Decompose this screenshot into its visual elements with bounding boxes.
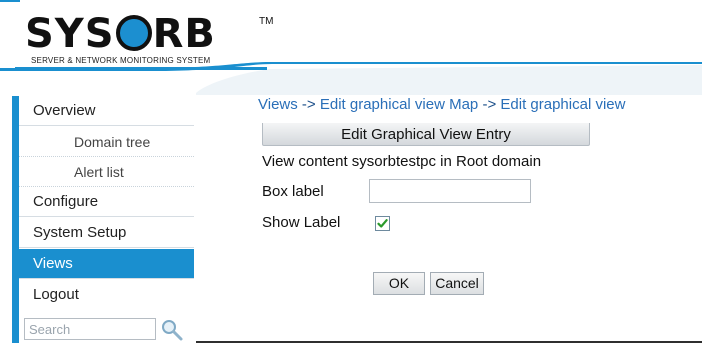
- ok-button[interactable]: OK: [373, 272, 425, 295]
- checkmark-icon: [377, 219, 388, 228]
- logo-wordmark: SYS RB: [25, 14, 216, 54]
- breadcrumb-separator: ->: [301, 96, 316, 113]
- box-label-input[interactable]: [369, 179, 531, 203]
- breadcrumb-current: Edit graphical view: [500, 96, 626, 113]
- view-content-text: View content sysorbtestpc in Root domain: [262, 153, 542, 170]
- search-icon[interactable]: [160, 318, 184, 342]
- logo-text-sys: SYS: [25, 11, 115, 57]
- nav-item-domain-tree[interactable]: Domain tree: [19, 127, 194, 157]
- header: SYS RB TM SERVER & NETWORK MONITORING SYS…: [0, 0, 702, 95]
- show-label-label: Show Label: [262, 214, 341, 231]
- sysorb-logo: SYS RB TM SERVER & NETWORK MONITORING SYS…: [15, 4, 273, 68]
- cancel-button[interactable]: Cancel: [430, 272, 484, 295]
- nav-item-overview[interactable]: Overview: [19, 96, 194, 126]
- logo-trademark: TM: [259, 16, 274, 27]
- logo-text-rb: RB: [152, 11, 216, 57]
- nav-item-system-setup[interactable]: System Setup: [19, 218, 194, 248]
- logo-o-globe: [115, 15, 152, 51]
- logo-subtitle: SERVER & NETWORK MONITORING SYSTEM: [31, 56, 211, 65]
- header-top-accent: [0, 0, 20, 2]
- nav-item-alert-list[interactable]: Alert list: [19, 157, 194, 187]
- breadcrumb-views-link[interactable]: Views: [258, 96, 298, 113]
- search-input[interactable]: Search: [24, 318, 156, 340]
- nav-item-views[interactable]: Views: [19, 249, 194, 279]
- nav-item-logout[interactable]: Logout: [19, 280, 194, 310]
- sidebar-nav: Overview Domain tree Alert list Configur…: [12, 96, 194, 343]
- logo-underline: [15, 67, 267, 70]
- panel-title: Edit Graphical View Entry: [262, 123, 590, 146]
- show-label-checkbox[interactable]: [375, 216, 390, 231]
- nav-item-configure[interactable]: Configure: [19, 187, 194, 217]
- box-label-label: Box label: [262, 183, 324, 200]
- breadcrumb-edit-map-link[interactable]: Edit graphical view Map: [320, 96, 478, 113]
- breadcrumb-separator: ->: [482, 96, 497, 113]
- breadcrumb: Views -> Edit graphical view Map -> Edit…: [258, 96, 625, 113]
